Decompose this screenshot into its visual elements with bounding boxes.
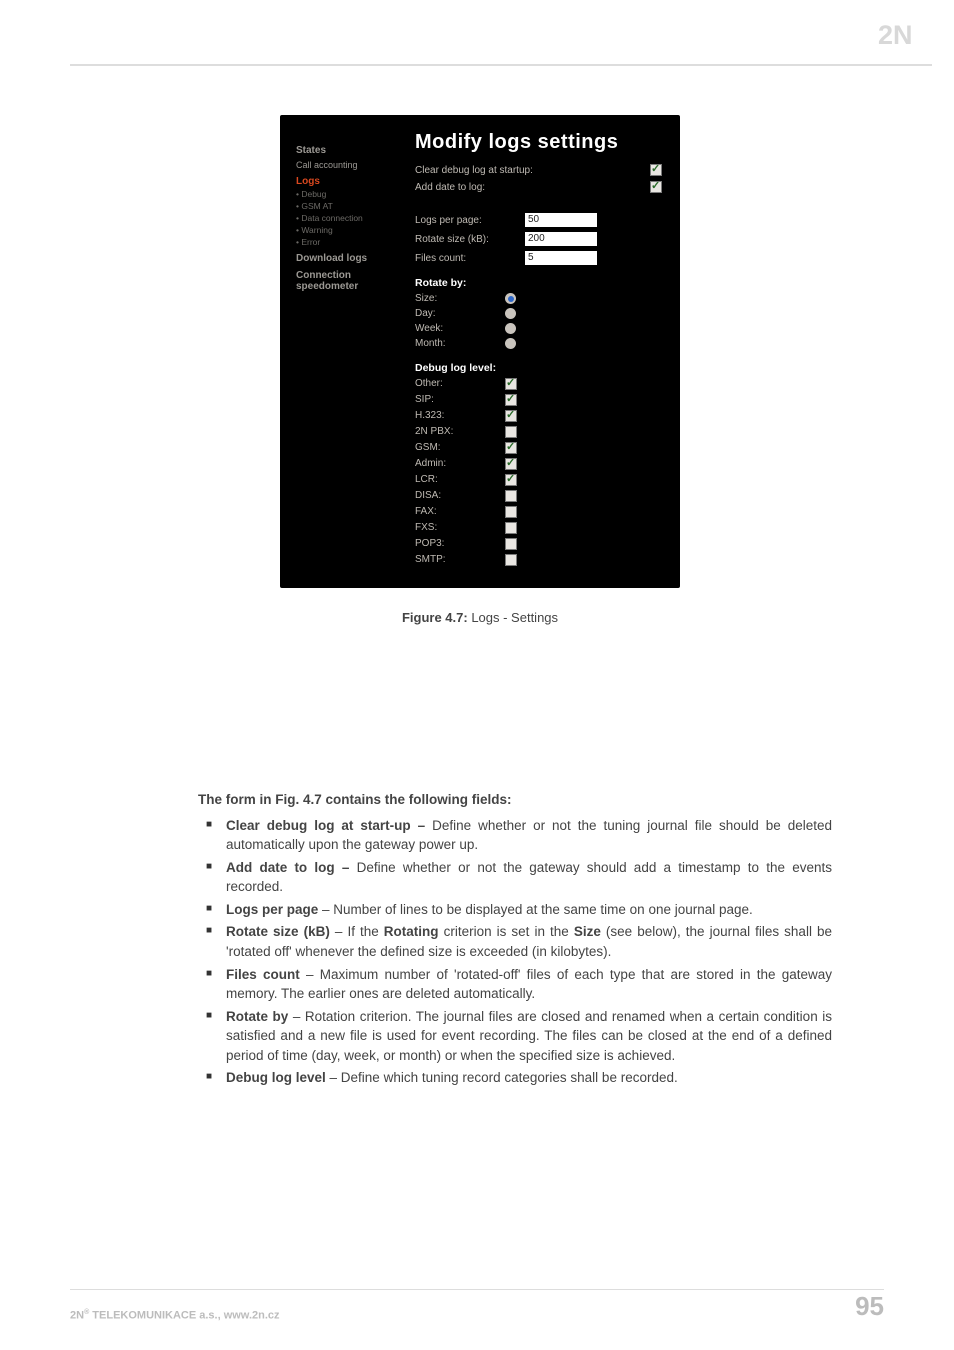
sidebar-call-accounting: Call accounting <box>296 160 415 170</box>
rotate-size-label: Rotate size (kB): <box>415 234 525 245</box>
debug-level-label: SMTP: <box>415 554 505 565</box>
description-item: Logs per page – Number of lines to be di… <box>226 900 832 920</box>
sidebar-conn-speedo: speedometer <box>296 281 415 292</box>
debug-level-checkbox[interactable] <box>505 410 517 422</box>
footer-left: 2N® TELEKOMUNIKACE a.s., www.2n.cz <box>70 1309 280 1322</box>
description-item: Add date to log – Define whether or not … <box>226 858 832 897</box>
sidebar-sub: • GSM AT <box>296 201 415 211</box>
debug-level-checkbox[interactable] <box>505 458 517 470</box>
sidebar-sub: • Warning <box>296 225 415 235</box>
rotate-by-row: Month: <box>415 338 662 349</box>
figure-caption: Figure 4.7: Logs - Settings <box>280 610 680 625</box>
screenshot-panel: States Call accounting Logs • Debug • GS… <box>280 115 680 588</box>
debug-level-row: SIP: <box>415 394 662 406</box>
logs-per-page-label: Logs per page: <box>415 215 525 226</box>
debug-level-row: Other: <box>415 378 662 390</box>
rotate-by-heading: Rotate by: <box>415 277 662 289</box>
sidebar-sub: • Error <box>296 237 415 247</box>
debug-level-row: Admin: <box>415 458 662 470</box>
debug-level-row: SMTP: <box>415 554 662 566</box>
files-count-input[interactable]: 5 <box>525 251 597 265</box>
description-item: Debug log level – Define which tuning re… <box>226 1068 832 1088</box>
rotate-by-row: Day: <box>415 308 662 319</box>
debug-level-label: DISA: <box>415 490 505 501</box>
debug-level-row: FAX: <box>415 506 662 518</box>
rotate-size-input[interactable]: 200 <box>525 232 597 246</box>
description-item: Clear debug log at start-up – Define whe… <box>226 816 832 855</box>
debug-level-checkbox[interactable] <box>505 522 517 534</box>
debug-level-row: DISA: <box>415 490 662 502</box>
rotate-by-label: Month: <box>415 338 505 349</box>
debug-level-label: Other: <box>415 378 505 389</box>
rotate-by-radio[interactable] <box>505 338 516 349</box>
footer-divider <box>70 1289 884 1290</box>
debug-level-row: 2N PBX: <box>415 426 662 438</box>
sidebar-sub: • Data connection <box>296 213 415 223</box>
debug-level-label: 2N PBX: <box>415 426 505 437</box>
debug-level-row: FXS: <box>415 522 662 534</box>
debug-level-label: FXS: <box>415 522 505 533</box>
brand-logo: 2N <box>878 18 932 57</box>
debug-level-row: GSM: <box>415 442 662 454</box>
sidebar-states: States <box>296 145 415 156</box>
rotate-by-radio[interactable] <box>505 323 516 334</box>
rotate-by-label: Week: <box>415 323 505 334</box>
clear-debug-label: Clear debug log at startup: <box>415 165 533 176</box>
debug-level-label: H.323: <box>415 410 505 421</box>
debug-level-label: SIP: <box>415 394 505 405</box>
sidebar-download-logs: Download logs <box>296 253 415 264</box>
rotate-by-row: Size: <box>415 293 662 304</box>
description-lead: The form in Fig. 4.7 contains the follow… <box>198 790 832 810</box>
debug-level-checkbox[interactable] <box>505 378 517 390</box>
sidebar-sub: • Debug <box>296 189 415 199</box>
debug-level-label: Admin: <box>415 458 505 469</box>
add-date-checkbox[interactable] <box>650 181 662 193</box>
rotate-by-radio[interactable] <box>505 293 516 304</box>
rotate-by-label: Size: <box>415 293 505 304</box>
description-block: The form in Fig. 4.7 contains the follow… <box>198 790 832 1091</box>
rotate-by-radio[interactable] <box>505 308 516 319</box>
description-item: Rotate size (kB) – If the Rotating crite… <box>226 922 832 961</box>
logs-per-page-input[interactable]: 50 <box>525 213 597 227</box>
debug-level-row: POP3: <box>415 538 662 550</box>
sidebar-conn-speedo: Connection <box>296 270 415 281</box>
header-divider <box>70 64 932 66</box>
debug-level-heading: Debug log level: <box>415 362 662 374</box>
debug-level-label: GSM: <box>415 442 505 453</box>
debug-level-checkbox[interactable] <box>505 394 517 406</box>
debug-level-row: LCR: <box>415 474 662 486</box>
page-number: 95 <box>855 1291 884 1322</box>
svg-text:2N: 2N <box>878 20 913 50</box>
rotate-by-row: Week: <box>415 323 662 334</box>
clear-debug-checkbox[interactable] <box>650 164 662 176</box>
debug-level-label: POP3: <box>415 538 505 549</box>
debug-level-row: H.323: <box>415 410 662 422</box>
debug-level-checkbox[interactable] <box>505 538 517 550</box>
debug-level-label: LCR: <box>415 474 505 485</box>
debug-level-label: FAX: <box>415 506 505 517</box>
sidebar-logs: Logs <box>296 176 415 187</box>
files-count-label: Files count: <box>415 253 525 264</box>
figure-caption-bold: Figure 4.7: <box>402 610 468 625</box>
figure-caption-text: Logs - Settings <box>468 610 558 625</box>
debug-level-checkbox[interactable] <box>505 474 517 486</box>
rotate-by-label: Day: <box>415 308 505 319</box>
screenshot-sidebar: States Call accounting Logs • Debug • GS… <box>280 129 415 570</box>
debug-level-checkbox[interactable] <box>505 506 517 518</box>
add-date-label: Add date to log: <box>415 182 485 193</box>
debug-level-checkbox[interactable] <box>505 442 517 454</box>
description-item: Files count – Maximum number of 'rotated… <box>226 965 832 1004</box>
debug-level-checkbox[interactable] <box>505 554 517 566</box>
description-item: Rotate by – Rotation criterion. The jour… <box>226 1007 832 1066</box>
panel-title: Modify logs settings <box>415 131 662 154</box>
debug-level-checkbox[interactable] <box>505 426 517 438</box>
debug-level-checkbox[interactable] <box>505 490 517 502</box>
